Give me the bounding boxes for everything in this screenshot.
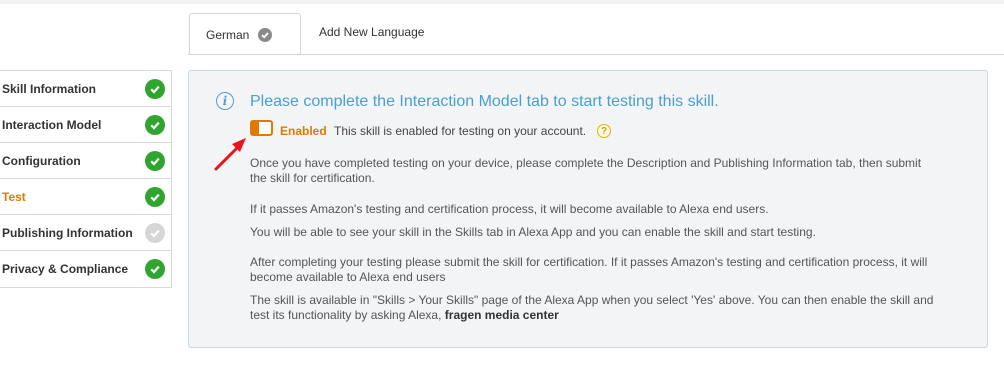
test-panel: i Please complete the Interaction Model … bbox=[188, 70, 988, 348]
tabs-divider bbox=[188, 54, 1004, 55]
check-circle-icon bbox=[145, 259, 165, 279]
sidebar-item-label: Privacy & Compliance bbox=[2, 262, 129, 276]
toggle-knob bbox=[252, 122, 259, 134]
check-circle-icon bbox=[145, 150, 165, 171]
panel-headline: Please complete the Interaction Model ta… bbox=[250, 93, 719, 110]
tab-german-label: German bbox=[206, 27, 250, 42]
submit-paragraph: After completing your testing please sub… bbox=[250, 255, 928, 284]
toggle-label: Enabled bbox=[280, 124, 327, 138]
sidebar-item-configuration[interactable]: Configuration bbox=[0, 143, 171, 179]
check-circle-icon bbox=[145, 114, 165, 135]
sidebar-item-label: Configuration bbox=[2, 153, 81, 168]
check-icon bbox=[258, 27, 273, 42]
tab-german[interactable]: German bbox=[189, 13, 301, 55]
red-arrow-annotation-icon bbox=[214, 138, 246, 171]
testing-toggle[interactable] bbox=[250, 120, 273, 136]
check-circle-icon bbox=[145, 222, 165, 243]
sidebar: Skill Information Interaction Model Conf… bbox=[0, 70, 172, 288]
availability-text: The skill is available in "Skills > Your… bbox=[250, 293, 934, 322]
skills-tab-paragraph: You will be able to see your skill in th… bbox=[250, 225, 816, 239]
toggle-description: This skill is enabled for testing on you… bbox=[334, 124, 587, 138]
sidebar-item-publishing-information[interactable]: Publishing Information bbox=[0, 215, 171, 251]
check-circle-icon bbox=[145, 78, 165, 99]
sidebar-item-test[interactable]: Test bbox=[0, 179, 171, 215]
sidebar-item-label: Test bbox=[2, 189, 26, 204]
info-icon: i bbox=[216, 92, 234, 110]
sidebar-item-label: Skill Information bbox=[2, 81, 97, 96]
instructions-paragraph: Once you have completed testing on your … bbox=[250, 156, 922, 185]
sidebar-item-interaction-model[interactable]: Interaction Model bbox=[0, 107, 171, 143]
availability-paragraph: The skill is available in "Skills > Your… bbox=[250, 293, 940, 323]
invocation-phrase: fragen media center bbox=[444, 308, 559, 322]
check-circle-icon bbox=[145, 186, 165, 207]
help-icon[interactable]: ? bbox=[597, 124, 611, 138]
sidebar-item-label: Interaction Model bbox=[2, 117, 102, 132]
certification-paragraph: If it passes Amazon's testing and certif… bbox=[250, 202, 769, 216]
sidebar-item-skill-information[interactable]: Skill Information bbox=[0, 71, 171, 107]
top-border bbox=[0, 0, 1004, 4]
tab-add-new-language[interactable]: Add New Language bbox=[319, 25, 424, 39]
sidebar-item-privacy-compliance[interactable]: Privacy & Compliance bbox=[0, 251, 171, 287]
sidebar-item-label: Publishing Information bbox=[2, 225, 133, 240]
